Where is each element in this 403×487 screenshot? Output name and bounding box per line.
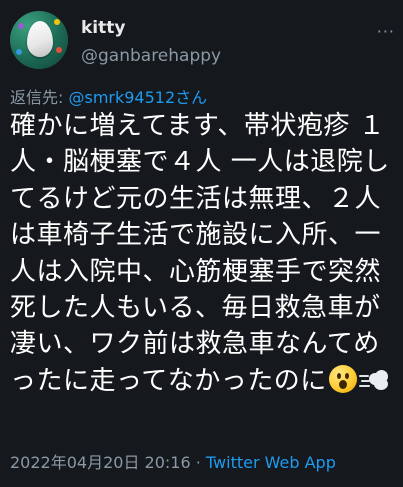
reply-to-prefix: 返信先:	[10, 88, 69, 107]
display-name[interactable]: kitty	[81, 18, 125, 38]
sparkle-icon	[18, 23, 24, 29]
tweet-body: 確かに増えてます、帯状疱疹 １人・脳梗塞で４人 一人は退院してるけど元の生活は無…	[10, 108, 398, 399]
tweet-source-link[interactable]: Twitter Web App	[206, 453, 336, 472]
tweet-meta: 2022年04月20日 20:16 · Twitter Web App	[10, 449, 336, 473]
astonished-face-icon	[328, 364, 357, 393]
tweet-text: 確かに増えてます、帯状疱疹 １人・脳梗塞で４人 一人は退院してるけど元の生活は無…	[10, 111, 390, 396]
sparkle-icon	[56, 47, 62, 53]
egg-avatar-icon	[27, 21, 53, 57]
tweet-timestamp[interactable]: 2022年04月20日 20:16	[10, 453, 191, 472]
reply-to-mention-link[interactable]: @smrk94512さん	[68, 88, 207, 107]
meta-separator: ·	[190, 453, 206, 472]
more-options-icon[interactable]: ···	[377, 22, 395, 41]
sparkle-icon	[16, 49, 22, 55]
user-handle[interactable]: @ganbarehappy	[81, 46, 221, 66]
reply-to-line: 返信先: @smrk94512さん	[10, 84, 207, 108]
sparkle-icon	[54, 19, 60, 25]
avatar[interactable]	[10, 11, 68, 69]
dashing-away-icon	[358, 367, 389, 391]
